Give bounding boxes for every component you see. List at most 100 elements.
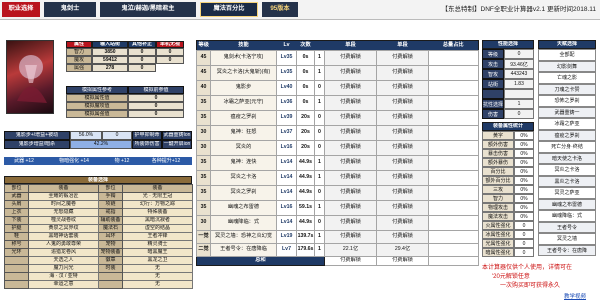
talent-item[interactable]: 冰霜之萨亚 [538,118,596,130]
talent-item[interactable]: 王者号令：在唐降 [538,244,596,256]
skill-cooldown[interactable]: 0s [296,50,315,66]
skill-count[interactable]: 1 [314,170,325,186]
skill-cooldown[interactable]: 20s [296,110,315,126]
talent-list: 全部配 幻影剑舞 亡魂之影 刀魂之卡赞 恐怖之罗刹 武器重铸一 冰霜之萨亚 瘟疫之罗刹 死亡分身… [538,49,596,256]
skill-count[interactable]: 1 [314,50,325,66]
talent-item[interactable]: 暗天使之卡洛 [538,152,596,164]
skill-count[interactable]: 1 [314,230,325,244]
talent-item[interactable]: 瘟疫之罗刹 [538,129,596,141]
attr-elem-other[interactable]: 0 [128,64,156,72]
skill-name: 鬼神：连快 [210,155,277,171]
tab-subclass[interactable]: 鬼泣/赫迦/黑暗君主 [100,2,196,17]
equip-header-item2: 装备 [122,184,193,193]
skill-cooldown[interactable]: 0s [296,65,315,81]
tab-class-select[interactable]: 职业选择 [2,2,40,17]
talent-item[interactable]: 冥灵之墙 [538,233,596,245]
skill-count[interactable]: 1 [314,95,325,111]
skill-cooldown[interactable]: 0s [296,80,315,96]
buff-row2-deco[interactable]: 所装饰伤害 [132,140,162,149]
talent-item[interactable]: 王者号令 [538,221,596,233]
talent-item[interactable]: 冥炎之卡洛 [538,164,596,176]
skill-count[interactable]: 0 [314,125,325,141]
buff-row2-percent[interactable]: 42.2% [70,140,132,149]
talent-item[interactable]: 死亡分身·终结 [538,141,596,153]
talent-item[interactable]: 全部配 [538,49,596,61]
skill-name: 冥炎之卡洛 [210,170,277,186]
skill-level: 30 [196,215,211,231]
stat-label: 火属性强化 [482,221,514,230]
tab-magic-percent[interactable]: 魔法百分比 [200,2,258,17]
talent-item[interactable]: 亡魂之影 [538,72,596,84]
attr-matk-input[interactable]: 59412 [92,56,128,64]
tab-version[interactable]: 95版本 [262,2,298,17]
enhance-weapon[interactable]: 武器 +12 [4,157,44,165]
simulate-elem-input[interactable]: 0 [128,110,184,118]
skill-cooldown[interactable]: 44.9s [296,155,315,171]
skill-header-count: 次数 [300,41,311,48]
simulate-elem-label: 模拟属强值 [66,110,128,118]
talent-item[interactable]: 刀魂之卡赞 [538,83,596,95]
buff-row1-percent[interactable]: 56.0% [70,131,102,140]
skill-count[interactable]: 0 [314,185,325,201]
buff-row1-reforge[interactable]: 武器重铸Ion [162,131,192,140]
skill-cooldown[interactable]: 139.7s [296,230,315,244]
skill-total: 付费解锁 [376,95,429,111]
attr-matk-other[interactable]: 0 [128,56,156,64]
attr-int-ignore[interactable]: 0 [156,48,184,56]
talent-item[interactable]: 武器重铸一 [538,106,596,118]
buff-row1-armor[interactable]: 护甲抑制命 [132,131,162,140]
skill-cooldown[interactable]: 44.9s [296,215,315,231]
skill-count[interactable]: 1 [314,243,325,257]
table-row: 护腿 黄泉之冥界纹 魔法石 虚空的结晶 [4,224,193,233]
talent-item[interactable]: 幽魂降临：式 [538,210,596,222]
talent-item[interactable]: 恐怖之罗刹 [538,95,596,107]
attr-matk-label: 魔攻 [66,56,92,64]
stat-value: 0 [514,239,534,248]
attr-int-input[interactable]: 3850 [92,48,128,56]
skill-cooldown[interactable]: 0s [296,95,315,111]
skill-cooldown[interactable]: 59.1s [296,200,315,216]
skill-count[interactable]: 0 [314,80,325,96]
talent-item[interactable]: 幻影剑舞 [538,60,596,72]
skill-name: 冥灵之墙：恐神之炎幻觉 [210,230,277,244]
stat-label: 百分比 [482,167,514,176]
simulate-attr-input[interactable]: 0 [128,94,184,102]
equip-header-slot2: 部位 [98,184,123,193]
skill-count[interactable]: 1 [314,155,325,171]
attr-int-other[interactable]: 0 [128,48,156,56]
talent-item[interactable]: 幽魂之布雷德 [538,198,596,210]
skill-count[interactable]: 0 [314,215,325,231]
skill-lv: Lv14 [276,155,297,171]
buff-row1-value[interactable]: 0 [102,131,132,140]
stat-label: 暴击伤害 [482,149,514,158]
skill-name: 幽魂降临：式 [210,215,277,231]
skill-level: 35 [196,185,211,201]
tutorial-link[interactable]: 教学视频 [564,292,586,300]
skill-cooldown[interactable]: 179.6s [296,243,315,257]
attr-matk-ignore[interactable]: 0 [156,56,184,64]
buff-row2-enable[interactable]: 一鍵开启ion [162,140,192,149]
table-row: 一觉 冥灵之墙：恐神之炎幻觉 Lv19 139.7s 1 付费解锁 付费解锁 [196,230,479,244]
skill-cooldown[interactable]: 44.9s [296,185,315,201]
equip-table: 部位 装备 部位 装备 武器 圣耀的锻冶匠 手镯光 · 无限王冠 头肩 时间之魔卷 项链… [4,184,193,289]
skill-count[interactable]: 0 [314,110,325,126]
stat-label: 暗属性强化 [482,248,514,257]
attr-elem-input[interactable]: 278 [92,64,128,72]
enhance-other[interactable]: 各种提升+12 [140,157,192,165]
skill-level: 一觉 [196,230,211,244]
enhance-armor[interactable]: 物暗强化 +14 [44,157,104,165]
table-row: 二觉 王者号令：在唐降临 Lv7 179.6s 1 22.1亿 29.4亿 [196,243,479,257]
stat-value: 0% [514,203,534,212]
tab-slayer[interactable]: 鬼剑士 [44,2,96,17]
skill-count[interactable]: 0 [314,140,325,156]
skill-ratio [428,200,479,216]
simulate-matk-input[interactable]: 0 [128,102,184,110]
skill-cooldown[interactable]: 44.9s [296,170,315,186]
skill-count[interactable]: 1 [314,65,325,81]
skill-count[interactable]: 1 [314,200,325,216]
enhance-phys[interactable]: 物 +12 [104,157,140,165]
skill-cooldown[interactable]: 20s [296,140,315,156]
talent-item[interactable]: 冥灵之萨亚 [538,187,596,199]
talent-item[interactable]: 黑炎之卡洛 [538,175,596,187]
skill-cooldown[interactable]: 20s [296,125,315,141]
